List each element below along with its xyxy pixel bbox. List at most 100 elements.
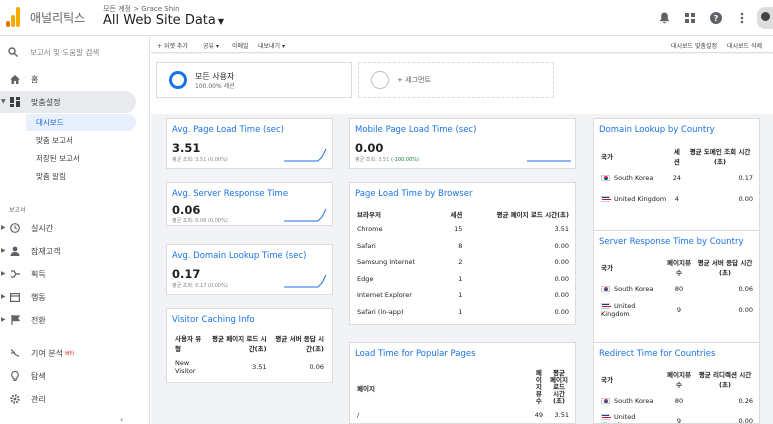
column-header[interactable]: 평균 페이지 로드 시간(초)	[208, 331, 270, 355]
column-header[interactable]: 국가	[598, 255, 664, 279]
column-header[interactable]: 국가	[598, 367, 664, 391]
table-cell[interactable]: Safari (in-app)	[354, 304, 441, 321]
avatar[interactable]	[757, 7, 773, 29]
column-header[interactable]: 평균 페이지 로드 시간(초)	[465, 207, 572, 221]
column-header[interactable]: 평균 페이지 로드 시간(초)	[546, 368, 572, 407]
sidebar-subitem-custom-alerts[interactable]: 맞춤 알림	[26, 168, 66, 185]
sidebar-item-realtime[interactable]: ▶ 실시간	[0, 217, 150, 239]
column-header[interactable]: 페이지뷰수	[664, 367, 694, 391]
table-row: South Korea 80 0.06	[598, 279, 756, 299]
apps-grid-icon[interactable]	[683, 11, 697, 25]
widget-title[interactable]: Avg. Server Response Time	[172, 189, 288, 199]
widget-title[interactable]: Page Load Time by Browser	[355, 189, 472, 199]
table-cell[interactable]: South Korea	[598, 279, 664, 299]
customize-dashboard-button[interactable]: 대시보드 맞춤설정	[671, 41, 717, 50]
table-cell[interactable]: South Korea	[598, 391, 664, 411]
home-icon	[9, 73, 21, 85]
reports-section-label: 보고서	[9, 207, 26, 214]
sidebar-item-label: 기여 분석	[31, 348, 63, 358]
report-search[interactable]: 보고서 및 도움말 검색	[8, 45, 99, 59]
sidebar-subitem-dashboards[interactable]: 대시보드	[26, 114, 136, 131]
widget-visitor-caching: Visitor Caching Info 사용자 유형 평균 페이지 로드 시간…	[166, 308, 333, 383]
column-header[interactable]: 페이지뷰수	[532, 368, 546, 407]
column-header[interactable]: 세션	[441, 207, 465, 221]
widget-title[interactable]: Redirect Time for Countries	[599, 349, 715, 359]
column-header[interactable]: 사용자 유형	[172, 331, 208, 355]
sidebar-subitem-custom-reports[interactable]: 맞춤 보고서	[26, 132, 73, 149]
view-title: All Web Site Data	[103, 13, 216, 28]
segment-bar: 모든 사용자 100.00% 세션 + 세그먼트	[151, 54, 773, 114]
app-name: 애널리틱스	[30, 11, 86, 25]
sidebar-item-discover[interactable]: 탐색	[0, 365, 150, 387]
widget-title[interactable]: Avg. Domain Lookup Time (sec)	[172, 251, 306, 261]
share-button[interactable]: 공유 ▾	[203, 41, 219, 50]
sidebar-item-home[interactable]: 홈	[0, 68, 150, 90]
analytics-logo[interactable]	[6, 7, 20, 27]
widget-title[interactable]: Server Response Time by Country	[599, 237, 744, 247]
table-row: New Visitor 3.51 0.06	[172, 355, 327, 379]
column-header[interactable]: 페이지뷰수	[664, 255, 694, 279]
table-cell[interactable]: United Kingdom	[598, 188, 670, 210]
table-cell[interactable]: Edge	[354, 271, 441, 288]
collapse-sidebar-icon[interactable]: ‹	[120, 415, 123, 424]
table-cell: 0.06	[738, 285, 753, 293]
export-button[interactable]: 내보내기 ▾	[258, 41, 285, 50]
add-segment-button[interactable]: + 세그먼트	[358, 62, 554, 98]
sidebar-item-customization[interactable]: ▼ 맞춤설정	[0, 91, 136, 113]
view-selector[interactable]: All Web Site Data ▼	[103, 13, 224, 28]
bell-icon[interactable]	[657, 11, 671, 25]
table-cell[interactable]: United Kingdom	[598, 299, 664, 321]
widget-title[interactable]: Domain Lookup by Country	[599, 125, 715, 135]
sidebar-item-conversions[interactable]: ▶ 전환	[0, 309, 150, 331]
column-header[interactable]: 브라우저	[354, 207, 441, 221]
table-cell: 9	[676, 417, 682, 424]
column-header[interactable]: 세션	[670, 144, 684, 168]
column-header[interactable]: 평균 서버 응답 시간(초)	[270, 331, 327, 355]
widget-avg-server-response: Avg. Server Response Time 0.06 평균 조회: 0.…	[166, 182, 333, 226]
metric-value: 0.17	[172, 267, 201, 281]
segment-all-users[interactable]: 모든 사용자 100.00% 세션	[156, 62, 352, 98]
table-cell[interactable]: South Korea	[598, 168, 670, 188]
table-cell: 1	[458, 274, 463, 283]
widget-title[interactable]: Load Time for Popular Pages	[355, 349, 476, 359]
sidebar-item-label: 맞춤설정	[31, 97, 61, 107]
table-cell[interactable]: /	[354, 407, 532, 423]
table-cell[interactable]: Safari	[354, 238, 441, 255]
delete-dashboard-button[interactable]: 대시보드 삭제	[727, 41, 762, 50]
metric-comparison: 평균 조회: 0.06 (0.00%)	[172, 218, 228, 224]
column-header[interactable]: 평균 도메인 조회 시간(초)	[684, 144, 756, 168]
table-cell[interactable]: Chrome	[354, 221, 441, 238]
column-header[interactable]: 페이지	[354, 368, 532, 407]
table-cell: 1	[458, 307, 463, 316]
widget-title[interactable]: Mobile Page Load Time (sec)	[355, 125, 476, 135]
sidebar-item-admin[interactable]: 관리	[0, 388, 150, 410]
sidebar-item-label: 잠재고객	[31, 246, 61, 256]
email-button[interactable]: 이메일	[232, 41, 249, 50]
table-cell: 0.17	[738, 174, 753, 182]
sidebar-item-attribution[interactable]: 기여 분석 베타	[0, 342, 150, 364]
table-cell[interactable]: Internet Explorer	[354, 287, 441, 304]
more-vert-icon[interactable]	[735, 11, 749, 25]
sidebar-item-behavior[interactable]: ▶ 행동	[0, 286, 150, 308]
table-cell[interactable]: New Visitor	[172, 355, 208, 379]
sparkline	[284, 148, 327, 162]
sidebar-item-audience[interactable]: ▶ 잠재고객	[0, 240, 150, 262]
add-segment-label: + 세그먼트	[397, 76, 431, 84]
widget-title[interactable]: Avg. Page Load Time (sec)	[172, 125, 284, 135]
table-cell[interactable]: Samsung Internet	[354, 254, 441, 271]
help-icon[interactable]: ?	[709, 11, 723, 25]
widget-title[interactable]: Visitor Caching Info	[172, 315, 255, 325]
sparkline	[527, 160, 571, 162]
add-widget-button[interactable]: + 위젯 추가	[157, 41, 188, 50]
sidebar-item-acquisition[interactable]: ▶ 획득	[0, 263, 150, 285]
column-header[interactable]: 평균 리디렉션 시간(초)	[694, 367, 756, 391]
column-header[interactable]: 평균 서버 응답 시간(초)	[694, 255, 756, 279]
table-row: Internet Explorer 1 0.00	[354, 287, 572, 304]
clock-icon	[9, 222, 21, 234]
table-cell[interactable]: United Kingdom	[598, 411, 664, 423]
south-korea-flag-icon	[601, 175, 610, 181]
sidebar-subitem-saved-reports[interactable]: 저장된 보고서	[26, 150, 80, 167]
sidebar-item-label: 홈	[31, 74, 39, 84]
table-cell: 0.26	[738, 397, 753, 405]
column-header[interactable]: 국가	[598, 144, 670, 168]
